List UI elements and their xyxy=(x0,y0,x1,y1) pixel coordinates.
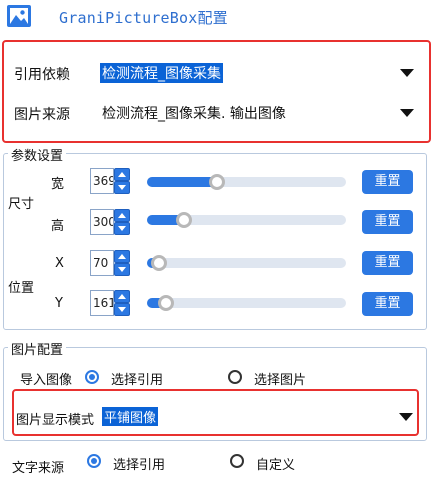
slider-thumb[interactable] xyxy=(151,255,167,271)
slider-thumb[interactable] xyxy=(158,295,174,311)
window-title: GraniPictureBox配置 xyxy=(59,9,228,27)
size-label: 尺寸 xyxy=(8,197,35,212)
decrement-icon[interactable] xyxy=(114,303,130,316)
chevron-down-icon[interactable] xyxy=(399,413,413,421)
slider-thumb[interactable] xyxy=(176,212,192,228)
y-spinbox[interactable]: 161 xyxy=(90,290,130,316)
import-image-label: 导入图像 xyxy=(20,373,73,388)
source-highlight-box xyxy=(2,40,431,143)
image-source-select[interactable]: 检测流程_图像采集. 输出图像 xyxy=(100,101,414,125)
text-custom-radio[interactable] xyxy=(230,454,244,468)
x-reset-button[interactable]: 重置 xyxy=(362,251,413,275)
width-reset-button[interactable]: 重置 xyxy=(362,170,413,194)
y-slider[interactable] xyxy=(147,294,346,312)
width-input[interactable]: 369 xyxy=(90,168,114,194)
x-slider[interactable] xyxy=(147,254,346,272)
text-custom-label[interactable]: 自定义 xyxy=(256,454,295,473)
import-select-ref-radio[interactable] xyxy=(85,370,99,384)
decrement-icon[interactable] xyxy=(114,222,130,235)
increment-icon[interactable] xyxy=(114,209,130,222)
decrement-icon[interactable] xyxy=(114,181,130,194)
import-select-pic-label[interactable]: 选择图片 xyxy=(254,369,306,388)
chevron-down-icon[interactable] xyxy=(400,69,414,77)
increment-icon[interactable] xyxy=(114,168,130,181)
y-label: Y xyxy=(55,296,63,311)
image-source-value: 检测流程_图像采集. 输出图像 xyxy=(102,106,286,122)
width-spinbox[interactable]: 369 xyxy=(90,168,130,194)
display-mode-value: 平铺图像 xyxy=(102,407,159,426)
y-input[interactable]: 161 xyxy=(90,290,114,316)
display-mode-select[interactable]: 平铺图像 xyxy=(102,405,413,429)
import-select-ref-label[interactable]: 选择引用 xyxy=(111,369,163,388)
ref-dependency-label: 引用依赖 xyxy=(14,67,70,83)
x-label: X xyxy=(55,256,64,271)
text-source-label: 文字来源 xyxy=(12,461,65,476)
title-bar: GraniPictureBox配置 xyxy=(0,0,438,36)
height-label: 高 xyxy=(51,219,65,234)
import-select-pic-radio[interactable] xyxy=(228,370,242,384)
ref-dependency-select[interactable]: 检测流程_图像采集 xyxy=(100,61,414,85)
text-select-ref-radio[interactable] xyxy=(87,454,101,468)
width-slider[interactable] xyxy=(147,173,346,191)
increment-icon[interactable] xyxy=(114,250,130,263)
slider-thumb[interactable] xyxy=(209,174,225,190)
increment-icon[interactable] xyxy=(114,290,130,303)
height-slider[interactable] xyxy=(147,211,346,229)
display-mode-label: 图片显示模式 xyxy=(16,413,95,428)
image-config-title: 图片配置 xyxy=(8,339,67,358)
decrement-icon[interactable] xyxy=(114,263,130,276)
image-source-label: 图片来源 xyxy=(14,107,70,123)
params-group-title: 参数设置 xyxy=(8,145,67,164)
x-spinbox[interactable]: 70 xyxy=(90,250,130,276)
chevron-down-icon[interactable] xyxy=(400,109,414,117)
picture-icon xyxy=(7,5,31,27)
text-select-ref-label[interactable]: 选择引用 xyxy=(113,454,165,473)
width-label: 宽 xyxy=(51,177,65,192)
position-label: 位置 xyxy=(8,281,35,296)
y-reset-button[interactable]: 重置 xyxy=(362,292,413,316)
slider-fill xyxy=(147,177,217,187)
ref-dependency-value: 检测流程_图像采集 xyxy=(100,63,223,83)
height-input[interactable]: 300 xyxy=(90,209,114,235)
x-input[interactable]: 70 xyxy=(90,250,114,276)
height-spinbox[interactable]: 300 xyxy=(90,209,130,235)
height-reset-button[interactable]: 重置 xyxy=(362,210,413,234)
